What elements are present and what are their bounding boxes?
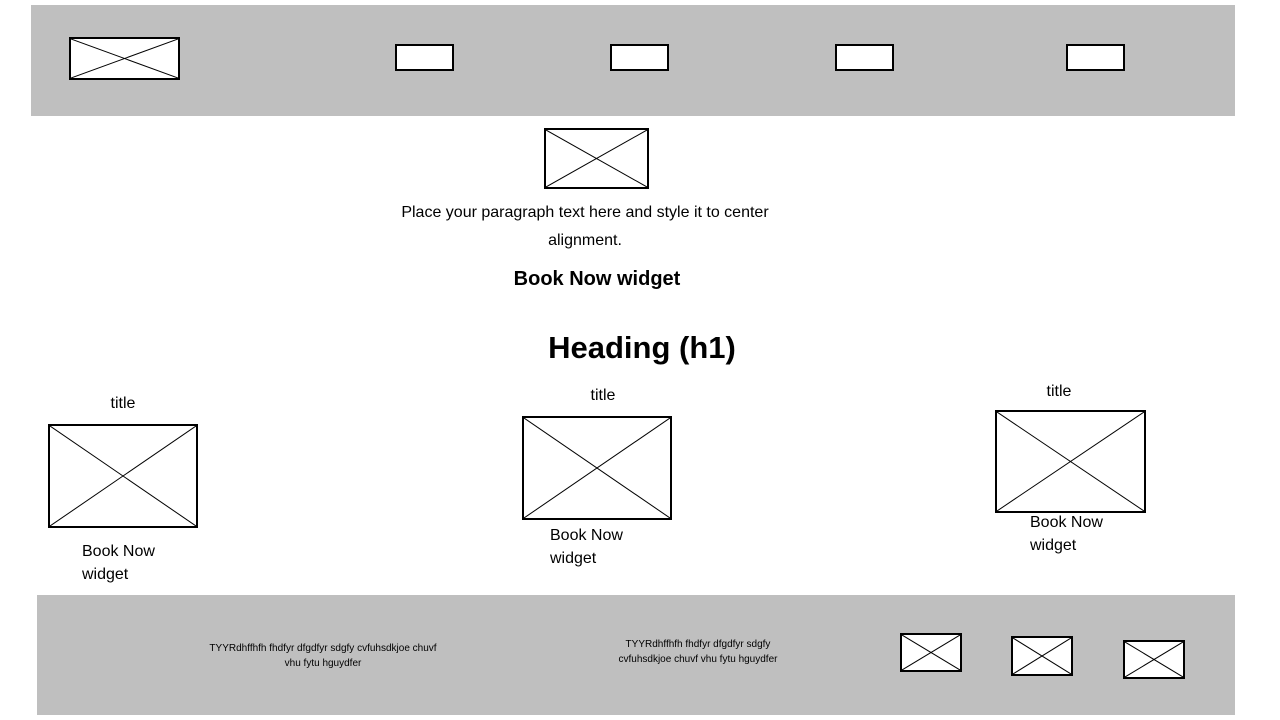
- section-heading: Heading (h1): [548, 330, 736, 365]
- card-3-title: title: [1046, 383, 1072, 400]
- footer-text-1-line-1: TYYRdhffhfh fhdfyr dfgdfyr sdgfy cvfuhsd…: [209, 643, 437, 654]
- card-1-image-placeholder: [48, 424, 198, 528]
- footer-text-2-line-2: cvfuhsdkjoe chuvf vhu fytu hguydfer: [618, 654, 778, 665]
- footer-social-icon-2[interactable]: [1011, 636, 1073, 676]
- nav-item-4[interactable]: [1066, 44, 1125, 71]
- image-placeholder-icon: [524, 418, 670, 518]
- card-3-book-now-line-2[interactable]: widget: [1030, 537, 1076, 555]
- hero-paragraph-line-2: alignment.: [548, 232, 622, 249]
- hero-image-placeholder: [544, 128, 649, 189]
- card-2-title: title: [590, 387, 616, 404]
- card-1-book-now-line-2[interactable]: widget: [82, 566, 128, 584]
- image-placeholder-icon: [71, 39, 178, 78]
- card-2-book-now-line-1[interactable]: Book Now: [550, 527, 623, 545]
- footer-social-icon-3[interactable]: [1123, 640, 1185, 679]
- image-placeholder-icon: [1125, 642, 1183, 677]
- nav-item-3[interactable]: [835, 44, 894, 71]
- nav-item-1[interactable]: [395, 44, 454, 71]
- book-now-widget[interactable]: Book Now widget: [497, 268, 697, 291]
- hero-paragraph-line-1: Place your paragraph text here and style…: [401, 204, 769, 221]
- nav-item-2[interactable]: [610, 44, 669, 71]
- footer-social-icon-1[interactable]: [900, 633, 962, 672]
- footer-text-1-line-2: vhu fytu hguydfer: [284, 658, 362, 669]
- card-1-title: title: [110, 395, 136, 412]
- card-1-book-now-line-1[interactable]: Book Now: [82, 543, 155, 561]
- logo-image-placeholder[interactable]: [69, 37, 180, 80]
- card-2-book-now-line-2[interactable]: widget: [550, 550, 596, 568]
- card-3-book-now-line-1[interactable]: Book Now: [1030, 514, 1103, 532]
- image-placeholder-icon: [546, 130, 647, 187]
- card-2-image-placeholder: [522, 416, 672, 520]
- footer-text-2-line-1: TYYRdhffhfh fhdfyr dfgdfyr sdgfy: [625, 639, 771, 650]
- image-placeholder-icon: [902, 635, 960, 670]
- image-placeholder-icon: [997, 412, 1144, 511]
- card-3-image-placeholder: [995, 410, 1146, 513]
- image-placeholder-icon: [50, 426, 196, 526]
- image-placeholder-icon: [1013, 638, 1071, 674]
